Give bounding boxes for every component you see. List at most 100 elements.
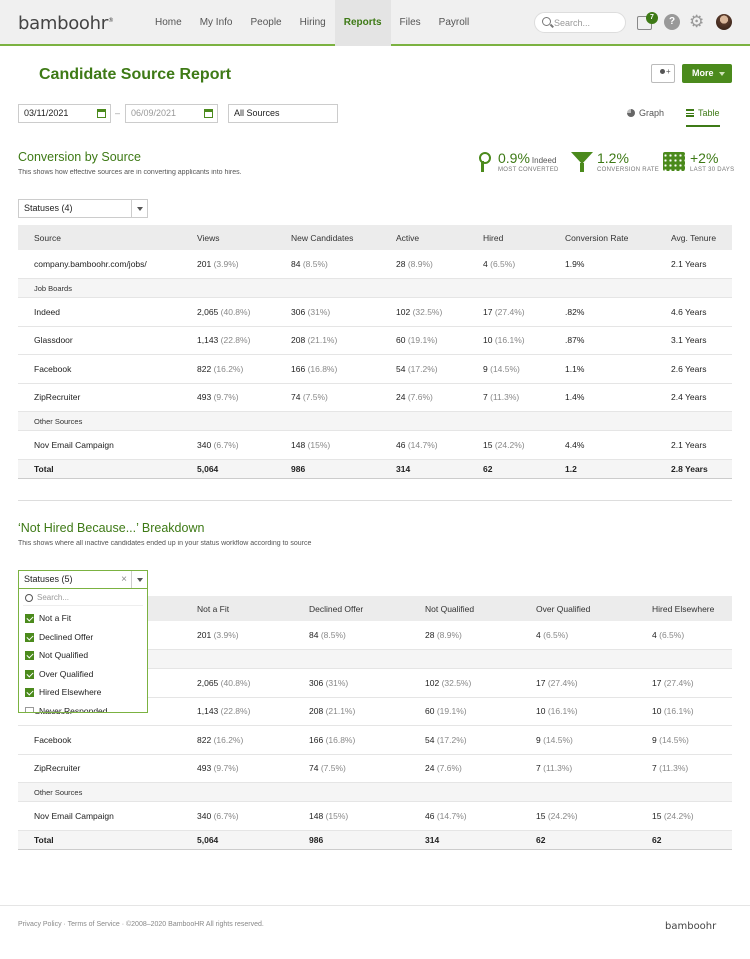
value-cell: .87% [549, 326, 655, 355]
status-option[interactable]: Hired Elsewhere [19, 683, 147, 702]
end-date-value: 06/09/2021 [131, 108, 177, 118]
nav-item-home[interactable]: Home [146, 0, 191, 46]
table-row: Facebook 822 (16.2%) 166 (16.8%) 54 (17.2%)… [18, 725, 732, 755]
status-dropdown: Search... Not a Fit Declined Offer Not Qua… [18, 588, 148, 713]
calendar-icon[interactable] [97, 109, 106, 118]
column-header[interactable]: New Candidates [275, 225, 380, 250]
footer-logo: bamboohr [665, 921, 717, 932]
nav-item-reports[interactable]: Reports [334, 0, 391, 46]
cell-value: 9 [536, 734, 541, 745]
status-option[interactable]: Never Responded [19, 702, 147, 712]
column-header[interactable]: Conversion Rate [549, 225, 655, 250]
value-cell: 46 (14.7%) [380, 430, 467, 460]
nav-item-my-info[interactable]: My Info [191, 0, 242, 46]
checkbox[interactable] [25, 669, 34, 679]
cell-value: 54 [396, 363, 406, 374]
chevron-down-icon[interactable] [131, 571, 147, 588]
column-header[interactable]: Over Qualified [520, 596, 636, 621]
value-cell: 493 (9.7%) [181, 754, 293, 783]
dropdown-search-input[interactable]: Search... [23, 592, 143, 606]
column-header[interactable]: Avg. Tenure [655, 225, 732, 250]
cell-percent: (24.2%) [547, 810, 578, 821]
avatar[interactable] [716, 14, 732, 30]
cell-percent: (17.2%) [407, 363, 438, 374]
status-filter-select[interactable]: Statuses (4) [18, 199, 148, 218]
gear-icon[interactable]: ⚙ [689, 13, 705, 30]
date-separator: – [115, 108, 121, 118]
value-cell: 2.4 Years [655, 383, 732, 412]
stat-most-converted: 0.9% Indeed MOST CONVERTED [498, 150, 559, 173]
nav-item-files[interactable]: Files [391, 0, 430, 46]
total-cell: 62 [520, 830, 636, 850]
end-date-field[interactable]: 06/09/2021 [125, 104, 218, 123]
column-header[interactable]: Not a Fit [181, 596, 293, 621]
cell-value: 7 [652, 763, 657, 774]
cell-value: 208 [309, 706, 324, 717]
funnel-icon [571, 152, 593, 172]
cell-value: 17 [536, 677, 546, 688]
close-icon[interactable]: × [121, 571, 127, 588]
checkbox[interactable] [25, 688, 34, 698]
value-cell: 4.6 Years [655, 297, 732, 327]
cell-percent: (27.4%) [547, 677, 578, 688]
search-icon [542, 17, 551, 26]
cell-percent: (16.8%) [325, 734, 356, 745]
cell-percent: (24.2%) [494, 439, 525, 450]
value-cell: 60 (19.1%) [409, 697, 520, 726]
sources-select[interactable]: All Sources [228, 104, 338, 123]
stat-caption: LAST 30 DAYS [690, 167, 735, 173]
calendar-icon[interactable] [204, 109, 213, 118]
help-icon[interactable]: ? [664, 14, 680, 30]
cell-percent: (19.1%) [407, 335, 438, 346]
more-button[interactable]: More [682, 64, 732, 83]
cell-value: 822 [197, 734, 212, 745]
value-cell: 9 (14.5%) [520, 725, 636, 755]
column-header[interactable]: Hired [467, 225, 549, 250]
column-header[interactable]: Source [18, 225, 181, 250]
cell-value: 60 [425, 706, 435, 717]
chevron-down-icon[interactable] [131, 200, 147, 217]
status-option[interactable]: Declined Offer [19, 628, 147, 647]
footer-links[interactable]: Privacy Policy · Terms of Service · ©200… [18, 921, 264, 928]
cell-value: 306 [291, 306, 306, 317]
value-cell: 340 (6.7%) [181, 430, 275, 460]
graph-view-tab[interactable]: Graph [627, 99, 664, 127]
checkbox[interactable] [25, 706, 34, 712]
nav-item-hiring[interactable]: Hiring [291, 0, 335, 46]
status-option[interactable]: Not a Fit [19, 609, 147, 628]
status-filter-select[interactable]: Statuses (5) × [18, 570, 148, 589]
column-header[interactable]: Hired Elsewhere [636, 596, 732, 621]
status-option[interactable]: Over Qualified [19, 665, 147, 684]
cell-percent: (7.5%) [302, 392, 328, 403]
bamboohr-logo[interactable]: bamboohr® [18, 13, 114, 34]
cell-value: 166 [291, 363, 306, 374]
search-input[interactable]: Search... [534, 12, 626, 33]
source-cell: Indeed [18, 297, 181, 327]
nav-item-payroll[interactable]: Payroll [430, 0, 479, 46]
column-header[interactable]: Views [181, 225, 275, 250]
cell-value: 28 [425, 630, 435, 640]
column-header[interactable]: Not Qualified [409, 596, 520, 621]
checkbox[interactable] [25, 632, 34, 642]
cell-value: 1,143 [197, 335, 219, 346]
start-date-field[interactable]: 03/11/2021 [18, 104, 111, 123]
cell-percent: (24.2%) [663, 810, 694, 821]
cell-value: 4 [652, 630, 657, 640]
table-view-tab[interactable]: Table [686, 99, 720, 127]
checkbox[interactable] [25, 651, 34, 661]
add-user-button[interactable] [651, 64, 675, 83]
cell-percent: (6.7%) [213, 810, 239, 821]
stat-suffix: Indeed [531, 156, 557, 165]
column-header[interactable]: Declined Offer [293, 596, 409, 621]
cell-percent: (7.6%) [436, 763, 462, 774]
value-cell: 1,143 (22.8%) [181, 697, 293, 726]
nav-item-people[interactable]: People [241, 0, 290, 46]
stat-value: +2% [690, 150, 719, 166]
cell-value: 9 [483, 363, 488, 374]
graph-label: Graph [639, 108, 665, 118]
column-header[interactable]: Active [380, 225, 467, 250]
checkbox[interactable] [25, 614, 34, 623]
status-option[interactable]: Not Qualified [19, 646, 147, 665]
group-row: Other Sources [18, 411, 732, 431]
cell-value: 7 [536, 763, 541, 774]
